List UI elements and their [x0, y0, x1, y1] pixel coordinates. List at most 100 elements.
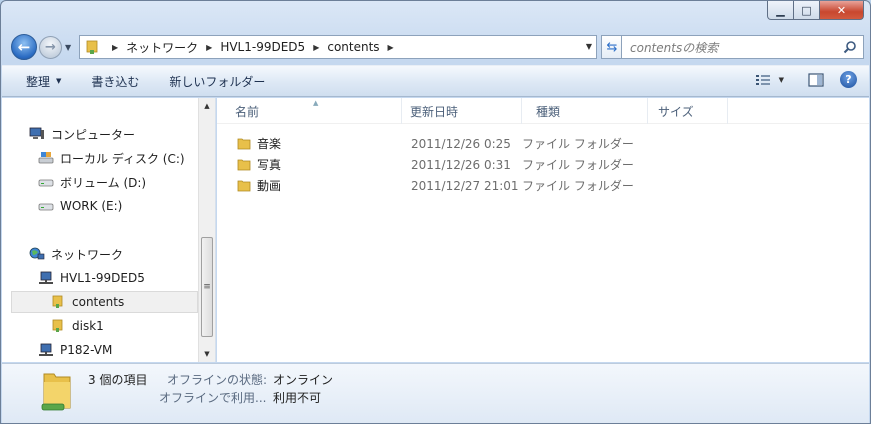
offline-availability-label: オフラインで利用...	[159, 391, 267, 405]
breadcrumb-host[interactable]: HVL1-99DED5	[220, 40, 305, 54]
file-date: 2011/12/26 0:25	[411, 136, 511, 151]
help-button[interactable]: ?	[840, 71, 857, 88]
sidebar-item-contents[interactable]: contents	[11, 291, 198, 313]
offline-status-value: オンライン	[273, 373, 334, 387]
burn-label: 書き込む	[91, 74, 140, 89]
refresh-icon: ⇆	[606, 39, 618, 55]
file-type: ファイル フォルダー	[522, 137, 634, 151]
breadcrumb-network[interactable]: ネットワーク	[126, 39, 198, 56]
search-placeholder: contentsの検索	[630, 40, 719, 55]
maximize-button[interactable]: □	[794, 1, 820, 20]
shared-folder-icon	[52, 319, 63, 332]
organize-button[interactable]: 整理 ▼	[2, 69, 73, 93]
column-header-label: 種類	[536, 104, 561, 119]
breadcrumb-separator-icon[interactable]: ▶	[313, 43, 319, 52]
chevron-down-icon: ▼	[56, 77, 62, 85]
network-icon	[29, 247, 45, 260]
back-button[interactable]: ←	[11, 34, 37, 60]
navigation-bar: ← → ▼ ▶ ネットワーク ▶ HVL1-99DED5 ▶ contents …	[9, 31, 864, 61]
file-date: 2011/12/27 21:01	[411, 178, 519, 193]
file-name-cell: 動画	[217, 177, 402, 194]
sidebar-item-local-disk-c[interactable]: ローカル ディスク (C:)	[38, 147, 185, 169]
breadcrumb-separator-icon[interactable]: ▶	[388, 43, 394, 52]
sidebar-item-label: ボリューム (D:)	[60, 175, 147, 190]
details-pane: 3 個の項目 オフラインの状態: オンライン オフラインで利用... 利用不可	[2, 363, 869, 423]
computer-icon	[29, 127, 44, 139]
sidebar-item-hvl1-99ded5[interactable]: HVL1-99DED5	[38, 267, 145, 289]
minimize-button[interactable]: ▁	[767, 1, 794, 20]
network-computer-icon	[39, 343, 53, 356]
navigation-pane: コンピューター ローカル ディスク (C:) ボリューム (D:) WORK (…	[2, 98, 216, 362]
table-row[interactable]: 音楽 2011/12/26 0:25 ファイル フォルダー	[217, 133, 652, 154]
column-header-row: ▲ 名前 更新日時 種類 サイズ	[217, 98, 869, 124]
navigation-scrollbar[interactable]: ▲ ≡ ▼	[198, 98, 215, 362]
sidebar-item-work-e[interactable]: WORK (E:)	[38, 195, 122, 217]
network-computer-icon	[39, 271, 53, 284]
file-date: 2011/12/26 0:31	[411, 157, 511, 172]
shared-folder-icon	[52, 295, 63, 308]
column-header-label: サイズ	[658, 104, 694, 119]
caption-buttons: ▁ □ ✕	[767, 1, 864, 20]
scroll-up-icon[interactable]: ▲	[199, 98, 215, 114]
sidebar-item-computer[interactable]: コンピューター	[29, 123, 135, 145]
forward-button[interactable]: →	[39, 36, 62, 59]
sidebar-item-network[interactable]: ネットワーク	[29, 243, 123, 265]
table-row[interactable]: 写真 2011/12/26 0:31 ファイル フォルダー	[217, 154, 652, 175]
file-name-cell: 音楽	[217, 135, 402, 152]
sidebar-item-label: P182-VM	[60, 343, 113, 357]
sidebar-item-volume-d[interactable]: ボリューム (D:)	[38, 171, 146, 193]
command-bar: 整理 ▼ 書き込む 新しいフォルダー ▼ ?	[2, 65, 869, 97]
file-type: ファイル フォルダー	[522, 179, 634, 193]
folder-icon	[237, 138, 251, 150]
offline-status-label: オフラインの状態:	[167, 373, 268, 387]
folder-icon	[237, 159, 251, 171]
sidebar-item-label: コンピューター	[51, 127, 136, 142]
preview-pane-icon[interactable]	[808, 72, 824, 87]
sidebar-item-label: HVL1-99DED5	[60, 271, 145, 285]
drive-icon	[38, 179, 54, 187]
chevron-down-icon: ▼	[778, 75, 784, 84]
close-button[interactable]: ✕	[820, 1, 864, 20]
breadcrumb-current[interactable]: contents	[327, 40, 379, 54]
local-disk-icon	[38, 152, 54, 164]
organize-label: 整理	[26, 74, 51, 89]
search-icon[interactable]	[843, 40, 857, 54]
sidebar-item-label: disk1	[72, 319, 104, 333]
details-view-icon	[755, 74, 770, 85]
address-history-dropdown-icon[interactable]: ▼	[586, 42, 592, 51]
file-name: 写真	[257, 158, 282, 172]
item-count: 3 個の項目	[88, 373, 148, 387]
sort-ascending-icon: ▲	[313, 99, 319, 107]
column-header-date[interactable]: 更新日時	[402, 98, 522, 124]
file-name: 動画	[257, 179, 282, 193]
burn-button[interactable]: 書き込む	[73, 69, 151, 93]
column-header-size[interactable]: サイズ	[648, 98, 728, 124]
shared-folder-icon	[86, 40, 98, 54]
sidebar-item-label: ネットワーク	[51, 247, 124, 262]
table-row[interactable]: 動画 2011/12/27 21:01 ファイル フォルダー	[217, 175, 652, 196]
scrollbar-thumb[interactable]: ≡	[201, 237, 213, 337]
shared-folder-icon	[41, 373, 71, 411]
column-header-label: 名前	[235, 104, 260, 119]
offline-availability-value: 利用不可	[273, 391, 322, 405]
scroll-down-icon[interactable]: ▼	[199, 346, 215, 362]
command-bar-right: ▼ ?	[755, 71, 857, 88]
address-bar[interactable]: ▶ ネットワーク ▶ HVL1-99DED5 ▶ contents ▶ ▼	[79, 35, 597, 59]
change-view-button[interactable]: ▼	[755, 73, 784, 87]
column-header-label: 更新日時	[410, 104, 459, 119]
breadcrumb-separator-icon[interactable]: ▶	[206, 43, 212, 52]
new-folder-label: 新しいフォルダー	[169, 74, 266, 89]
file-type: ファイル フォルダー	[522, 158, 634, 172]
search-input[interactable]: contentsの検索	[621, 35, 864, 59]
column-header-type[interactable]: 種類	[522, 98, 648, 124]
sidebar-item-p182-vm[interactable]: P182-VM	[38, 339, 112, 361]
new-folder-button[interactable]: 新しいフォルダー	[151, 69, 277, 93]
column-header-name[interactable]: ▲ 名前	[217, 98, 402, 124]
recent-pages-dropdown-icon[interactable]: ▼	[65, 43, 71, 52]
explorer-window: ▁ □ ✕ ← → ▼ ▶ ネットワーク ▶ HVL1-99DED5 ▶ con…	[0, 0, 871, 424]
refresh-button[interactable]: ⇆	[601, 35, 623, 59]
breadcrumb-separator-icon[interactable]: ▶	[112, 43, 118, 52]
sidebar-item-disk1[interactable]: disk1	[50, 315, 104, 337]
folder-icon	[237, 180, 251, 192]
sidebar-item-label: WORK (E:)	[60, 199, 123, 213]
